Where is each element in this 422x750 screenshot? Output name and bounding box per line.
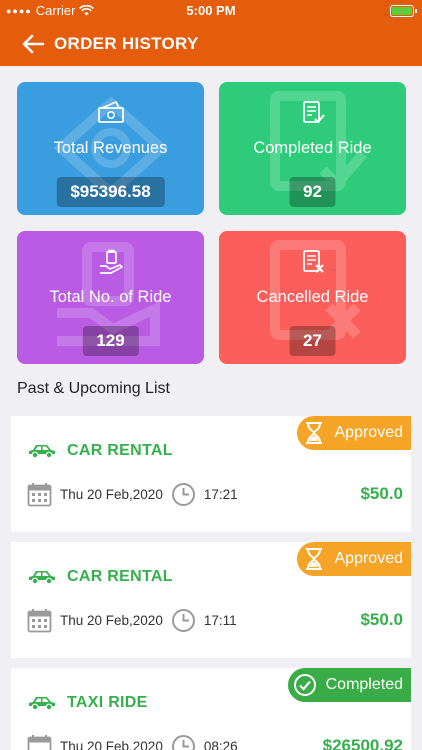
- service-type: CAR RENTAL: [27, 568, 173, 586]
- status-text: Completed: [325, 676, 403, 693]
- order-price: $26500.92: [322, 736, 403, 750]
- calendar-icon: [27, 735, 52, 750]
- stat-value: 129: [82, 326, 139, 356]
- order-card[interactable]: Completed TAXI RIDE Thu 20 Feb,2020 08:2…: [11, 668, 411, 750]
- order-date: Thu 20 Feb,2020: [60, 487, 163, 502]
- document-check-icon: [219, 100, 406, 126]
- stat-card-total-revenues[interactable]: Total Revenues $95396.58: [17, 82, 204, 215]
- list-title: Past & Upcoming List: [17, 380, 170, 397]
- clock-icon: [171, 483, 195, 506]
- hourglass-icon: [299, 418, 329, 448]
- back-button[interactable]: [18, 29, 48, 59]
- nav-bar: ORDER HISTORY: [0, 26, 422, 62]
- hand-bag-icon: [17, 249, 204, 275]
- order-time: 17:21: [203, 487, 238, 502]
- order-price: $50.0: [360, 610, 403, 629]
- status-badge: Approved: [296, 542, 411, 576]
- status-badge: Approved: [296, 416, 411, 450]
- order-price: $50.0: [360, 484, 403, 503]
- order-date: Thu 20 Feb,2020: [60, 613, 163, 628]
- arrow-left-icon: [22, 34, 45, 54]
- stat-card-cancelled-ride[interactable]: Cancelled Ride 27: [219, 231, 406, 364]
- clock-icon: [171, 735, 195, 750]
- stat-label: Completed Ride: [253, 139, 372, 157]
- stat-label: Cancelled Ride: [256, 288, 369, 306]
- status-text: Approved: [334, 550, 404, 567]
- order-card[interactable]: Approved CAR RENTAL Thu 20 Feb,2020 17:1…: [11, 542, 411, 658]
- car-icon: [29, 697, 55, 711]
- stat-card-total-rides[interactable]: Total No. of Ride 129: [17, 231, 204, 364]
- service-type: CAR RENTAL: [27, 442, 173, 460]
- car-icon: [29, 445, 55, 459]
- stat-label: Total No. of Ride: [49, 288, 172, 306]
- service-label: TAXI RIDE: [67, 694, 148, 711]
- calendar-icon: [27, 483, 52, 507]
- order-date: Thu 20 Feb,2020: [60, 739, 163, 750]
- service-label: CAR RENTAL: [67, 442, 173, 459]
- status-bar: ●●●● Carrier 5:00 PM: [0, 0, 422, 22]
- clock-time: 5:00 PM: [186, 3, 236, 18]
- calendar-icon: [27, 609, 52, 633]
- service-type: TAXI RIDE: [27, 694, 148, 712]
- order-time: 17:11: [203, 613, 237, 628]
- stat-label: Total Revenues: [53, 139, 168, 157]
- stat-value: 27: [289, 326, 336, 356]
- document-cancel-icon: [219, 249, 406, 275]
- date-time-row: Thu 20 Feb,2020 08:26: [27, 734, 238, 750]
- order-card[interactable]: Approved CAR RENTAL Thu 20 Feb,2020 17:2…: [11, 416, 411, 532]
- check-circle-icon: [290, 670, 320, 700]
- app-header: ●●●● Carrier 5:00 PM ORDER HISTORY: [0, 0, 422, 66]
- car-icon: [29, 571, 55, 585]
- battery-icon: [390, 5, 417, 17]
- stat-value: 92: [289, 177, 336, 207]
- status-badge: Completed: [287, 668, 411, 702]
- service-label: CAR RENTAL: [67, 568, 173, 585]
- date-time-row: Thu 20 Feb,2020 17:21: [27, 482, 238, 507]
- order-time: 08:26: [203, 739, 238, 750]
- date-time-row: Thu 20 Feb,2020 17:11: [27, 608, 237, 633]
- money-icon: [17, 100, 204, 124]
- page-title: ORDER HISTORY: [54, 34, 199, 53]
- status-text: Approved: [334, 424, 404, 441]
- stat-card-completed-ride[interactable]: Completed Ride 92: [219, 82, 406, 215]
- stat-value: $95396.58: [56, 177, 165, 207]
- clock-icon: [171, 609, 195, 632]
- hourglass-icon: [299, 544, 329, 574]
